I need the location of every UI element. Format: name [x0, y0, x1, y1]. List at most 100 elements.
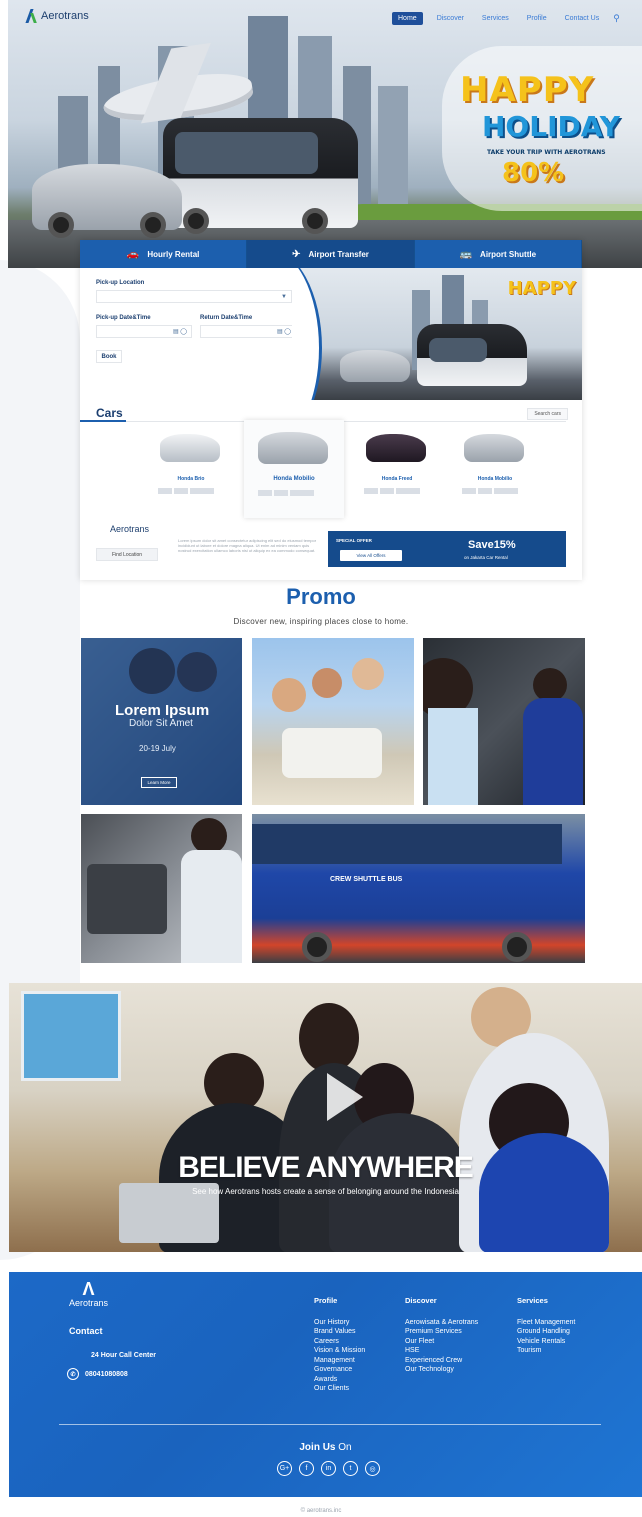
logo-icon	[26, 9, 38, 23]
booking-promo-image: HAPPY	[292, 268, 582, 400]
person-image	[352, 658, 384, 690]
tab-hourly-rental[interactable]: 🚗 Hourly Rental	[80, 240, 248, 268]
footer-link[interactable]: Our Technology	[405, 1365, 478, 1375]
footer-divider	[59, 1424, 601, 1425]
twitter-icon[interactable]: t	[343, 1461, 358, 1476]
transmission-icon	[494, 488, 518, 494]
promo-tile-featured[interactable]: Lorem Ipsum Dolor Sit Amet 20-19 July Le…	[81, 638, 242, 805]
search-icon[interactable]: ⚲	[613, 13, 620, 24]
footer-col-discover: Discover Aerowisata & Aerotrans Premium …	[405, 1296, 478, 1375]
join-us-on: On	[338, 1442, 352, 1453]
car-image	[340, 350, 410, 382]
return-datetime-input[interactable]: ▤ ◯	[200, 325, 296, 338]
footer-col-services: Services Fleet Management Ground Handlin…	[517, 1296, 575, 1356]
promo-tile-crew-bus[interactable]: CREW SHUTTLE BUS	[252, 814, 585, 963]
phone-icon: ✆	[67, 1368, 79, 1380]
wheel	[302, 932, 332, 962]
luggage-icon	[274, 490, 288, 496]
transmission-icon	[396, 488, 420, 494]
footer-link[interactable]: Tourism	[517, 1346, 575, 1356]
footer-link[interactable]: Vehicle Rentals	[517, 1337, 575, 1347]
car-card[interactable]: Honda Brio	[146, 428, 236, 498]
cars-title: Cars	[96, 406, 123, 420]
car-list: Honda Brio Honda Mobilio Honda Freed Hon…	[146, 420, 540, 518]
bus-window	[175, 132, 318, 174]
footer-logo[interactable]: Λ Aerotrans	[69, 1280, 108, 1308]
footer-link[interactable]: Careers	[314, 1337, 365, 1347]
main-nav: Home Discover Services Profile Contact U…	[392, 12, 620, 25]
call-center-label: 24 Hour Call Center	[91, 1352, 156, 1359]
promo-featured-title: Lorem Ipsum	[115, 702, 210, 719]
person-image	[312, 668, 342, 698]
footer-link[interactable]: Awards	[314, 1375, 365, 1385]
tab-label: Hourly Rental	[147, 249, 200, 259]
footer-link[interactable]: Management	[314, 1356, 365, 1366]
promo-tile-golf-cart[interactable]	[252, 638, 414, 805]
footer-link[interactable]: Aerowisata & Aerotrans	[405, 1318, 478, 1328]
nav-home[interactable]: Home	[392, 12, 423, 25]
cars-title-underline	[80, 420, 126, 422]
tab-airport-shuttle[interactable]: 🚌 Airport Shuttle	[414, 240, 582, 268]
seat-icon	[364, 488, 378, 494]
promo-title: Promo	[286, 584, 356, 609]
tab-airport-transfer[interactable]: ✈ Airport Transfer	[247, 240, 415, 268]
footer-link[interactable]: Governance	[314, 1365, 365, 1375]
plane-icon: ✈	[292, 248, 301, 260]
pickup-location-input[interactable]: ▼	[96, 290, 292, 303]
nav-profile[interactable]: Profile	[523, 13, 551, 24]
happy-holiday-banner: HAPPY HOLIDAY TAKE YOUR TRIP WITH AEROTR…	[442, 46, 642, 211]
booking-tabs: 🚗 Hourly Rental ✈ Airport Transfer 🚌 Air…	[80, 240, 582, 268]
crew-bus-text: CREW SHUTTLE BUS	[330, 876, 403, 883]
car-features	[364, 488, 420, 494]
car-card[interactable]: Honda Freed	[352, 428, 442, 498]
linkedin-icon[interactable]: in	[321, 1461, 336, 1476]
person-image	[533, 668, 567, 702]
discount-text: 80%	[502, 158, 565, 188]
info-board	[21, 991, 121, 1081]
footer-link[interactable]: Fleet Management	[517, 1318, 575, 1328]
footer-link[interactable]: Vision & Mission	[314, 1346, 365, 1356]
footer-link[interactable]: Experienced Crew	[405, 1356, 478, 1366]
nav-services[interactable]: Services	[478, 13, 513, 24]
search-cars-button[interactable]: Search cars	[527, 408, 568, 420]
footer-col-profile: Profile Our History Brand Values Careers…	[314, 1296, 365, 1394]
find-location-button[interactable]: Find Location	[96, 548, 158, 561]
learn-more-button[interactable]: Learn More	[141, 777, 177, 788]
car-card-selected[interactable]: Honda Mobilio	[244, 420, 344, 518]
holiday-text: HOLIDAY	[482, 110, 621, 143]
promo-tile-chauffeur[interactable]	[423, 638, 585, 805]
golf-cart-image	[282, 728, 382, 778]
pickup-datetime-input[interactable]: ▤ ◯	[96, 325, 192, 338]
footer-link[interactable]: Our Fleet	[405, 1337, 478, 1347]
nav-discover[interactable]: Discover	[433, 13, 468, 24]
luggage-icon	[174, 488, 188, 494]
google-plus-icon[interactable]: G+	[277, 1461, 292, 1476]
book-button[interactable]: Book	[96, 350, 122, 363]
facebook-icon[interactable]: f	[299, 1461, 314, 1476]
footer-col-title: Profile	[314, 1296, 338, 1305]
footer-col-title: Services	[517, 1296, 548, 1305]
video-section[interactable]: BELIEVE ANYWHERE See how Aerotrans hosts…	[9, 983, 642, 1252]
tab-label: Airport Transfer	[308, 249, 369, 259]
footer-link[interactable]: Our History	[314, 1318, 365, 1328]
nav-contact-us[interactable]: Contact Us	[561, 13, 604, 24]
phone-contact[interactable]: ✆ 08041080808	[67, 1368, 128, 1380]
car-icon: 🚗	[126, 248, 140, 260]
logo[interactable]: Aerotrans	[26, 9, 89, 23]
play-icon[interactable]	[327, 1073, 363, 1121]
footer-link[interactable]: Our Clients	[314, 1384, 365, 1394]
booking-panel: 🚗 Hourly Rental ✈ Airport Transfer 🚌 Air…	[80, 240, 582, 580]
car-card[interactable]: Honda Mobilio	[450, 428, 540, 498]
footer-link[interactable]: Ground Handling	[517, 1327, 575, 1337]
footer-link[interactable]: HSE	[405, 1346, 478, 1356]
panel-description: Lorem ipsum dolor sit amet consectetur a…	[178, 538, 317, 553]
seat-icon	[258, 490, 272, 496]
instagram-icon[interactable]: ◎	[365, 1461, 380, 1476]
pickup-location-label: Pick-up Location	[96, 280, 145, 286]
footer-link[interactable]: Premium Services	[405, 1327, 478, 1337]
footer-link[interactable]: Brand Values	[314, 1327, 365, 1337]
view-all-offers-button[interactable]: View All Offers	[340, 550, 402, 561]
luggage-icon	[478, 488, 492, 494]
logo-text: Aerotrans	[110, 524, 150, 534]
promo-tile-mechanic[interactable]	[81, 814, 242, 963]
